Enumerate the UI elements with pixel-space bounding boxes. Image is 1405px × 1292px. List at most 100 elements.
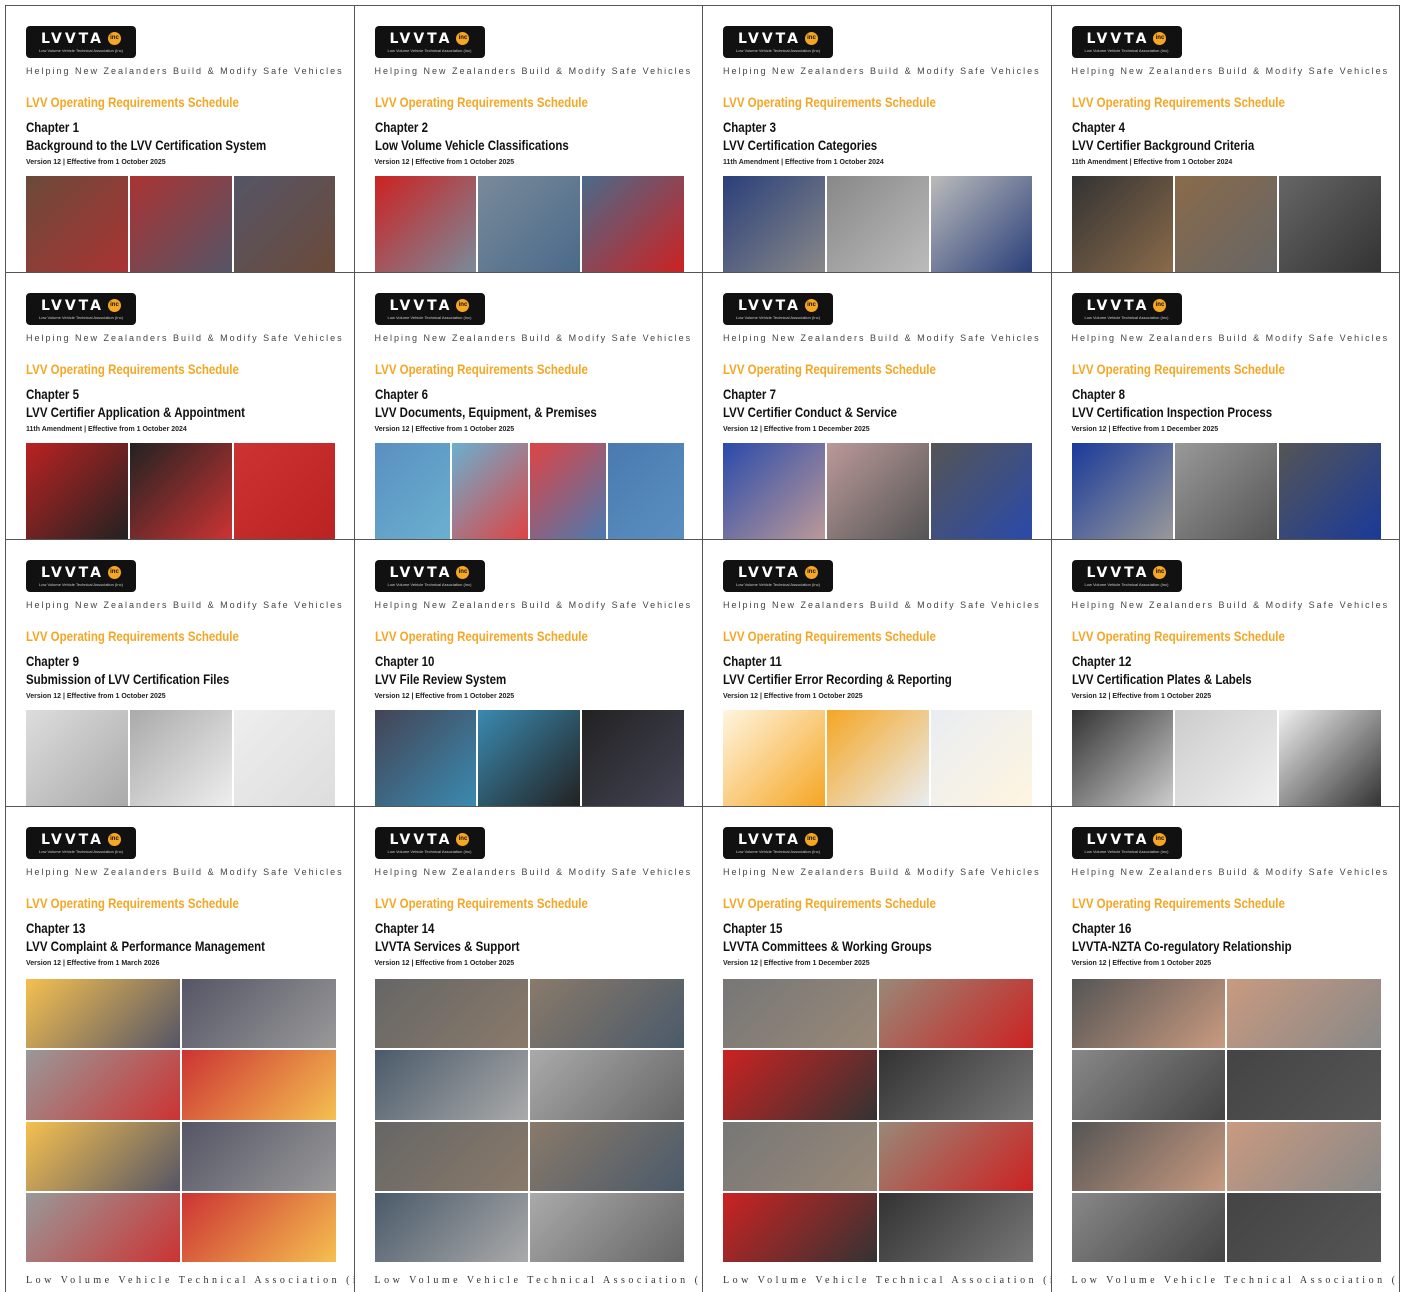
- document-cover[interactable]: LVVTA inc Low Volume Vehicle Technical As…: [1051, 807, 1400, 1292]
- logo-badge: inc: [1153, 566, 1167, 579]
- tagline: Helping New Zealanders Build & Modify Sa…: [374, 600, 693, 610]
- tagline: Helping New Zealanders Build & Modify Sa…: [26, 600, 344, 610]
- chapter-title: LVVTA-NZTA Co-regulatory Relationship: [1071, 938, 1292, 954]
- chapter-title: LVV Certifier Error Recording & Reportin…: [723, 671, 952, 687]
- document-cover[interactable]: LVVTA inc Low Volume Vehicle Technical As…: [354, 540, 703, 807]
- photo-tile: [181, 1121, 336, 1191]
- photo-tile: [723, 176, 825, 272]
- chapter-number: Chapter 2: [374, 119, 428, 135]
- series-title: LVV Operating Requirements Schedule: [26, 628, 239, 644]
- photo-tile: [723, 443, 825, 539]
- document-cover[interactable]: LVVTA inc Low Volume Vehicle Technical As…: [1051, 540, 1400, 807]
- tagline: Helping New Zealanders Build & Modify Sa…: [723, 867, 1041, 877]
- document-cover[interactable]: LVVTA inc Low Volume Vehicle Technical As…: [1051, 6, 1400, 273]
- document-cover[interactable]: LVVTA inc Low Volume Vehicle Technical As…: [703, 6, 1052, 273]
- cover-photo: [374, 710, 685, 806]
- version-line: Version 12 | Effective from 1 December 2…: [723, 426, 870, 433]
- logo-letters: LVVTA: [389, 831, 453, 848]
- footer-text: Low Volume Vehicle Technical Association…: [1071, 1275, 1400, 1286]
- tagline: Helping New Zealanders Build & Modify Sa…: [26, 66, 344, 76]
- document-cover[interactable]: LVVTA inc Low Volume Vehicle Technical As…: [6, 540, 355, 807]
- logo-letters: LVVTA: [1086, 564, 1150, 581]
- chapter-title: Background to the LVV Certification Syst…: [26, 137, 267, 153]
- version-line: Version 12 | Effective from 1 October 20…: [374, 159, 515, 166]
- series-title: LVV Operating Requirements Schedule: [1071, 94, 1285, 110]
- photo-tile: [181, 979, 336, 1049]
- cover-photo: [374, 979, 684, 1264]
- series-title: LVV Operating Requirements Schedule: [1071, 628, 1285, 644]
- logo-subtitle: Low Volume Vehicle Technical Association…: [39, 581, 123, 587]
- chapter-title: LVV File Review System: [374, 671, 506, 687]
- cover-photo: [26, 710, 336, 806]
- document-cover[interactable]: LVVTA inc Low Volume Vehicle Technical As…: [703, 807, 1052, 1292]
- document-cover[interactable]: LVVTA inc Low Volume Vehicle Technical As…: [1051, 273, 1400, 540]
- series-title: LVV Operating Requirements Schedule: [26, 895, 239, 911]
- photo-tile: [826, 443, 929, 539]
- tagline: Helping New Zealanders Build & Modify Sa…: [374, 66, 693, 76]
- logo-subtitle: Low Volume Vehicle Technical Association…: [387, 581, 472, 587]
- photo-tile: [129, 443, 232, 539]
- photo-tile: [181, 1050, 336, 1120]
- logo-badge: inc: [456, 833, 470, 846]
- photo-tile: [233, 176, 336, 272]
- chapter-number: Chapter 7: [723, 386, 776, 402]
- lvvta-logo: LVVTA inc Low Volume Vehicle Technical As…: [26, 827, 136, 859]
- lvvta-logo: LVVTA inc Low Volume Vehicle Technical As…: [723, 560, 833, 592]
- cover-photo: [374, 176, 685, 272]
- cover-photo: [1071, 979, 1381, 1264]
- logo-badge: inc: [804, 32, 818, 45]
- document-cover[interactable]: LVVTA inc Low Volume Vehicle Technical As…: [703, 540, 1052, 807]
- photo-tile: [1175, 710, 1278, 806]
- photo-tile: [1071, 443, 1174, 539]
- photo-tile: [26, 443, 128, 539]
- photo-tile: [582, 710, 684, 806]
- logo-letters: LVVTA: [389, 297, 453, 314]
- photo-tile: [723, 1050, 877, 1120]
- photo-tile: [1279, 710, 1381, 806]
- photo-tile: [1175, 443, 1278, 539]
- tagline: Helping New Zealanders Build & Modify Sa…: [374, 333, 693, 343]
- photo-tile: [1227, 1192, 1381, 1262]
- lvvta-logo: LVVTA inc Low Volume Vehicle Technical As…: [26, 26, 136, 58]
- logo-badge: inc: [1153, 32, 1167, 45]
- logo-subtitle: Low Volume Vehicle Technical Association…: [387, 848, 472, 854]
- document-cover[interactable]: LVVTA inc Low Volume Vehicle Technical As…: [354, 6, 703, 273]
- document-cover[interactable]: LVVTA inc Low Volume Vehicle Technical As…: [6, 273, 355, 540]
- logo-subtitle: Low Volume Vehicle Technical Association…: [39, 314, 123, 320]
- cover-photo: [1071, 176, 1382, 272]
- photo-tile: [723, 1121, 877, 1191]
- document-cover[interactable]: LVVTA inc Low Volume Vehicle Technical As…: [354, 273, 703, 540]
- lvvta-logo: LVVTA inc Low Volume Vehicle Technical As…: [374, 560, 485, 592]
- cover-photo: [723, 710, 1033, 806]
- photo-tile: [374, 1192, 529, 1262]
- logo-badge: inc: [456, 32, 470, 45]
- version-line: Version 12 | Effective from 1 December 2…: [1071, 426, 1219, 433]
- photo-tile: [374, 176, 477, 272]
- document-cover[interactable]: LVVTA inc Low Volume Vehicle Technical As…: [6, 807, 355, 1292]
- photo-tile: [878, 1192, 1033, 1262]
- lvvta-logo: LVVTA inc Low Volume Vehicle Technical As…: [1071, 293, 1182, 325]
- tagline: Helping New Zealanders Build & Modify Sa…: [1071, 600, 1390, 610]
- document-cover[interactable]: LVVTA inc Low Volume Vehicle Technical As…: [354, 807, 703, 1292]
- photo-tile: [530, 1192, 684, 1262]
- document-cover[interactable]: LVVTA inc Low Volume Vehicle Technical As…: [703, 273, 1052, 540]
- lvvta-logo: LVVTA inc Low Volume Vehicle Technical As…: [723, 293, 833, 325]
- chapter-number: Chapter 16: [1071, 920, 1131, 936]
- series-title: LVV Operating Requirements Schedule: [1071, 361, 1285, 377]
- version-line: Version 12 | Effective from 1 March 2026: [26, 960, 160, 967]
- version-line: Version 12 | Effective from 1 October 20…: [374, 960, 515, 967]
- logo-badge: inc: [804, 566, 818, 579]
- logo-badge: inc: [804, 833, 818, 846]
- tagline: Helping New Zealanders Build & Modify Sa…: [1071, 333, 1390, 343]
- lvvta-logo: LVVTA inc Low Volume Vehicle Technical As…: [723, 26, 833, 58]
- photo-tile: [1279, 443, 1381, 539]
- logo-badge: inc: [107, 833, 121, 846]
- tagline: Helping New Zealanders Build & Modify Sa…: [1071, 66, 1390, 76]
- photo-tile: [530, 1121, 684, 1191]
- logo-badge: inc: [456, 299, 470, 312]
- photo-tile: [452, 443, 529, 539]
- document-cover[interactable]: LVVTA inc Low Volume Vehicle Technical As…: [6, 6, 355, 273]
- series-title: LVV Operating Requirements Schedule: [723, 94, 936, 110]
- lvvta-logo: LVVTA inc Low Volume Vehicle Technical As…: [26, 560, 136, 592]
- photo-tile: [1071, 1192, 1226, 1262]
